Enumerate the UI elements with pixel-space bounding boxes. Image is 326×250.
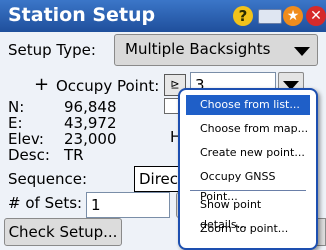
sequence-label: Sequence: [8,170,88,188]
keyboard-icon[interactable] [258,9,282,24]
close-icon[interactable]: ✕ [306,6,326,26]
menu-item-choose-from-map[interactable]: Choose from map... [186,119,310,139]
num-sets-value: 1 [91,196,101,214]
menu-separator [190,190,306,191]
window-title: Station Setup [8,4,156,26]
menu-item-choose-from-list[interactable]: Choose from list... [186,95,310,115]
check-setup-button[interactable]: Check Setup... [4,218,122,246]
help-icon[interactable]: ? [233,6,253,26]
setup-type-value: Multiple Backsights [125,40,271,58]
occupy-point-label: Occupy Point: [56,77,160,95]
num-sets-label: # of Sets: [8,194,83,212]
description-label: Desc: [8,146,50,164]
menu-item-show-point-details[interactable]: Show point details... [186,195,310,231]
num-sets-input[interactable]: 1 [86,192,170,218]
setup-type-dropdown[interactable]: Multiple Backsights [114,34,318,66]
menu-item-zoom-to-point[interactable]: Zoom to point... [186,219,310,239]
description-value: TR [64,146,84,164]
occupy-point-menu: Choose from list... Choose from map... C… [178,88,318,250]
chevron-down-icon [294,47,310,56]
plus-icon[interactable]: + [34,74,49,95]
title-bar: Station Setup ? ★ ✕ [0,0,326,32]
menu-item-create-new-point[interactable]: Create new point... [186,143,310,163]
setup-type-label: Setup Type: [8,41,96,59]
menu-item-occupy-gnss-point[interactable]: Occupy GNSS Point... [186,167,310,203]
favorites-icon[interactable]: ★ [283,6,303,26]
